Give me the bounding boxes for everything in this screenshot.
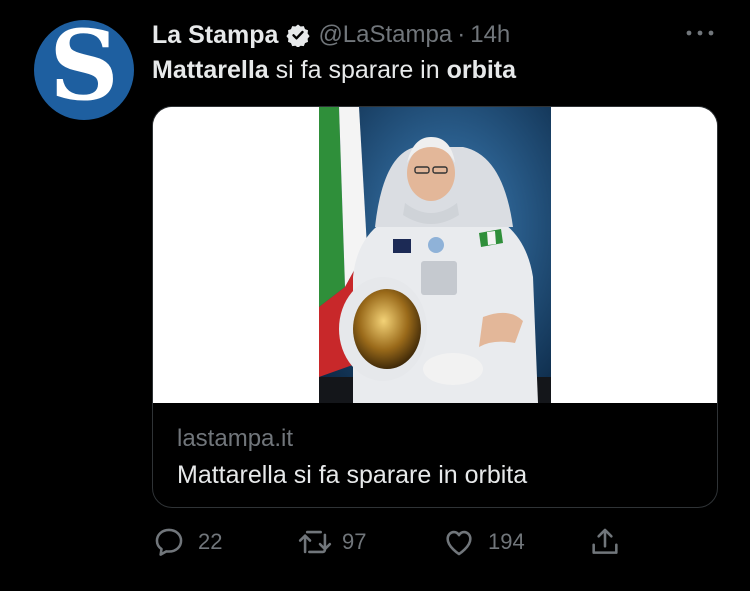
author-name[interactable]: La Stampa [152, 21, 278, 50]
reply-count: 22 [198, 529, 223, 554]
heart-icon [446, 530, 472, 556]
more-dots-icon [686, 30, 714, 36]
verified-badge-icon [286, 23, 311, 47]
like-button[interactable]: 194 [442, 524, 525, 560]
tweet-text-bold-1: Mattarella [152, 56, 269, 84]
card-image[interactable] [153, 107, 717, 403]
more-options-button[interactable] [680, 18, 720, 48]
tweet-text: Mattarella si fa sparare in orbita [152, 56, 516, 85]
avatar-logo-letter: S [49, 20, 119, 120]
like-count: 194 [488, 529, 525, 554]
astronaut-portrait-image [153, 107, 717, 403]
share-icon [592, 528, 618, 554]
tweet-timestamp[interactable]: 14h [470, 21, 510, 49]
tweet-text-middle: si fa sparare in [268, 56, 447, 84]
share-button[interactable] [588, 524, 622, 560]
reply-icon [155, 528, 183, 556]
retweet-icon [298, 530, 332, 554]
card-domain: lastampa.it [177, 425, 294, 452]
tweet-actions: 22 97 194 [152, 524, 632, 560]
tweet-text-bold-2: orbita [446, 56, 517, 84]
reply-button[interactable]: 22 [152, 524, 222, 560]
avatar[interactable]: S [34, 20, 134, 120]
retweet-button[interactable]: 97 [296, 524, 366, 560]
tweet-header: La Stampa @LaStampa · 14h [152, 18, 510, 52]
card-title: Mattarella si fa sparare in orbita [177, 461, 528, 489]
link-preview-card[interactable]: lastampa.it Mattarella si fa sparare in … [152, 106, 718, 508]
author-handle[interactable]: @LaStampa [318, 21, 452, 49]
retweet-count: 97 [342, 529, 367, 554]
separator-dot: · [457, 21, 466, 48]
